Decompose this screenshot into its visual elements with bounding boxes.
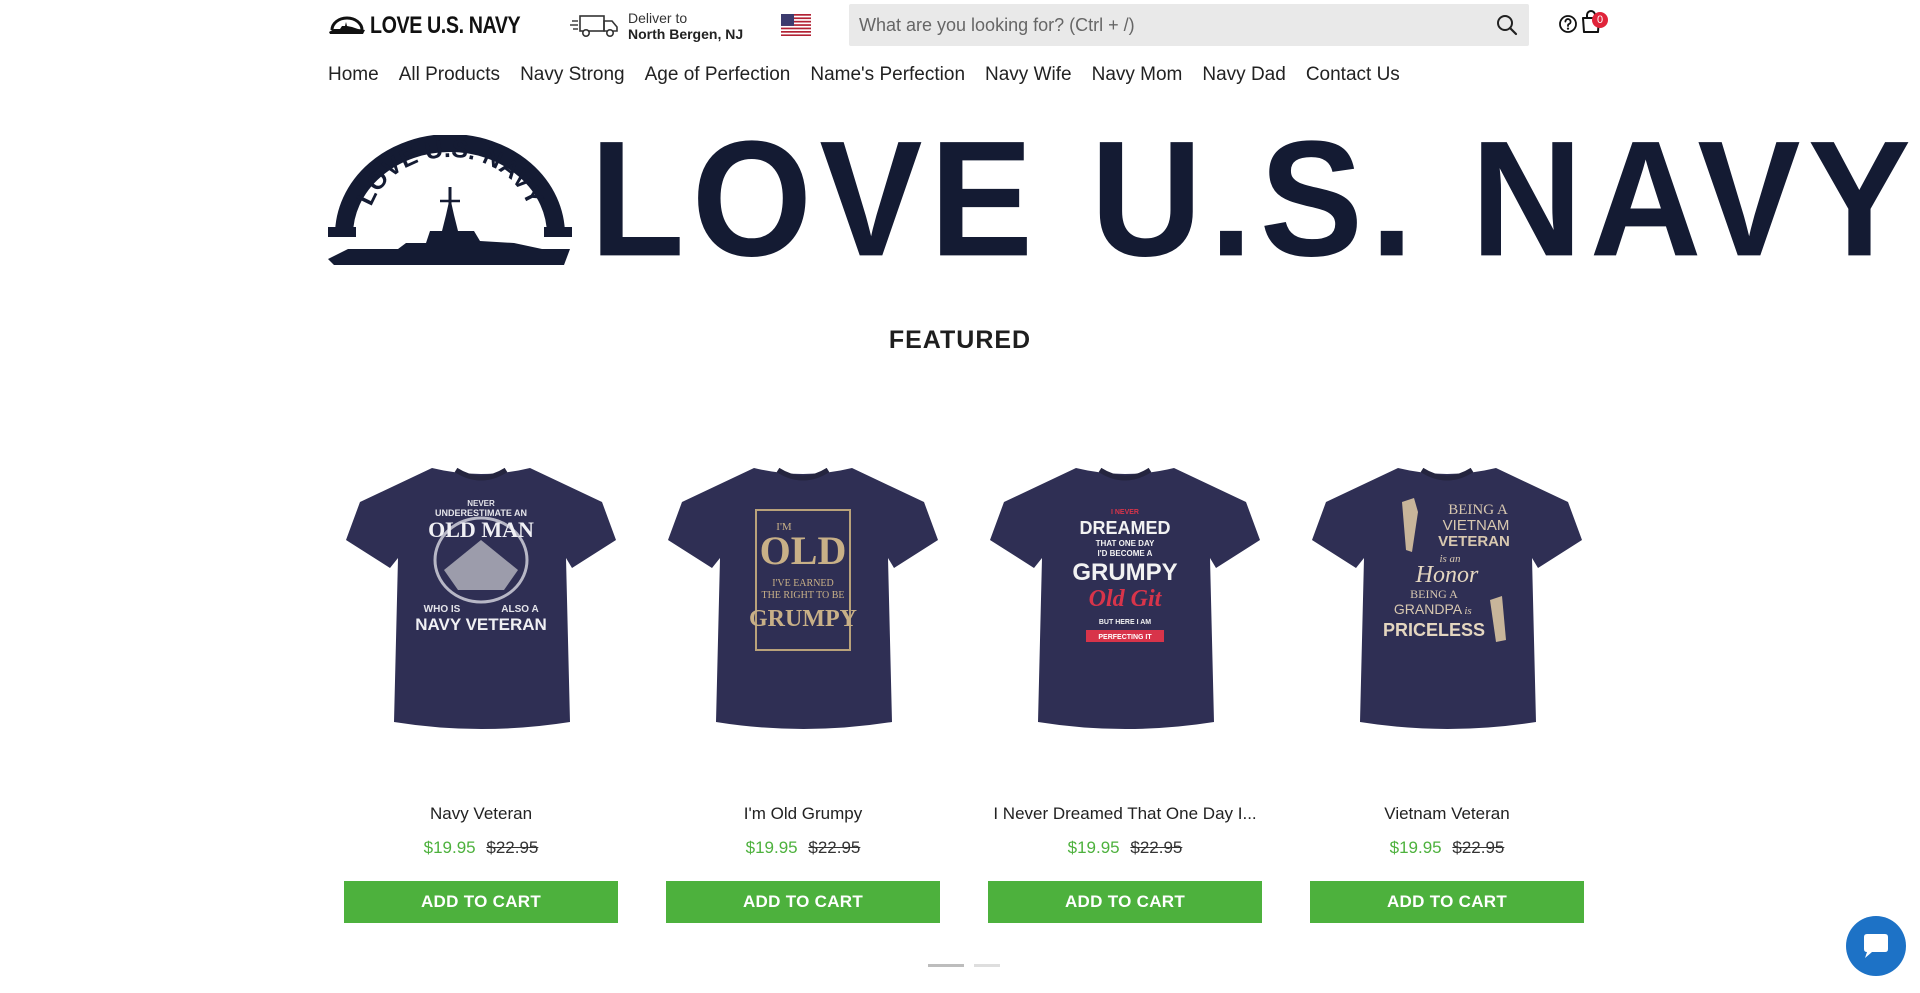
nav-item-navy-strong[interactable]: Navy Strong (520, 62, 625, 88)
print-line: VETERAN (1438, 533, 1510, 550)
site-header: LOVE U.S. NAVY Deliver to North Bergen, … (328, 0, 1610, 48)
product-name[interactable]: Vietnam Veteran (1310, 804, 1584, 828)
truck-icon (570, 15, 618, 37)
nav-item-navy-mom[interactable]: Navy Mom (1092, 62, 1183, 88)
main-nav: Home All Products Navy Strong Age of Per… (328, 62, 1420, 88)
nav-item-names-perfection[interactable]: Name's Perfection (810, 62, 965, 88)
nav-item-all-products[interactable]: All Products (399, 62, 500, 88)
search-icon (1497, 15, 1518, 36)
product-name[interactable]: Navy Veteran (344, 804, 618, 828)
add-to-cart-button[interactable]: ADD TO CART (666, 881, 940, 923)
add-to-cart-button[interactable]: ADD TO CART (988, 881, 1262, 923)
nav-item-navy-wife[interactable]: Navy Wife (985, 62, 1072, 88)
print-line: BUT HERE I AM (1099, 619, 1151, 626)
search-bar (849, 4, 1529, 46)
add-to-cart-button[interactable]: ADD TO CART (344, 881, 618, 923)
nav-item-contact-us[interactable]: Contact Us (1306, 62, 1400, 88)
nav-item-home[interactable]: Home (328, 62, 379, 88)
product-name[interactable]: I'm Old Grumpy (666, 804, 940, 828)
product-card: NEVER UNDERESTIMATE AN OLD MAN WHO IS AL… (344, 440, 618, 923)
sale-price: $19.95 (423, 838, 476, 857)
tshirt-image: NEVER UNDERESTIMATE AN OLD MAN WHO IS AL… (346, 467, 616, 729)
banner-title: LOVE U.S. NAVY (590, 106, 1919, 291)
print-line: OLD MAN (428, 517, 534, 542)
product-prices: $19.95 $22.95 (988, 838, 1262, 858)
site-logo[interactable]: LOVE U.S. NAVY (328, 12, 553, 40)
print-line: GRUMPY (749, 606, 857, 632)
deliver-city: North Bergen, NJ (628, 26, 744, 42)
product-name[interactable]: I Never Dreamed That One Day I... (988, 804, 1262, 828)
print-line: PRICELESS (1383, 620, 1485, 640)
print-line: I'D BECOME A (1098, 549, 1153, 558)
original-price: $22.95 (1130, 838, 1183, 857)
cart-count-badge: 0 (1592, 12, 1608, 28)
product-image[interactable]: I NEVER DREAMED THAT ONE DAY I'D BECOME … (988, 440, 1262, 740)
nav-item-navy-dad[interactable]: Navy Dad (1202, 62, 1285, 88)
product-image[interactable]: I'M OLD I'VE EARNED THE RIGHT TO BE GRUM… (666, 440, 940, 740)
product-image[interactable]: NEVER UNDERESTIMATE AN OLD MAN WHO IS AL… (344, 440, 618, 740)
print-line: THAT ONE DAY (1096, 539, 1155, 548)
hero-banner: LOVE U.S. NAVY LOVE U.S. NAVY (328, 116, 1911, 281)
print-line: BEING A (1410, 587, 1458, 601)
print-line: PERFECTING IT (1098, 634, 1152, 641)
sale-price: $19.95 (1067, 838, 1120, 857)
print-line: NEVER (467, 499, 495, 508)
product-prices: $19.95 $22.95 (1310, 838, 1584, 858)
print-line: GRANDPA (1394, 601, 1463, 617)
print-line: GRUMPY (1072, 559, 1177, 586)
print-line: Old Git (1089, 586, 1163, 612)
deliver-location[interactable]: Deliver to North Bergen, NJ (570, 10, 743, 42)
search-button[interactable] (1485, 4, 1529, 46)
nav-item-age-of-perfection[interactable]: Age of Perfection (645, 62, 791, 88)
us-flag-icon[interactable] (781, 14, 811, 36)
tshirt-image: I NEVER DREAMED THAT ONE DAY I'D BECOME … (990, 467, 1260, 729)
help-icon[interactable] (1558, 14, 1578, 34)
chat-bubble-icon (1864, 934, 1888, 958)
print-line: VIETNAM (1443, 517, 1510, 534)
print-line: I'VE EARNED (772, 578, 834, 589)
add-to-cart-button[interactable]: ADD TO CART (1310, 881, 1584, 923)
sale-price: $19.95 (745, 838, 798, 857)
carousel-dot-2[interactable] (974, 964, 1000, 967)
chat-button[interactable] (1846, 916, 1906, 976)
print-line: ALSO A (501, 604, 538, 615)
carousel-pagination (928, 964, 1000, 967)
product-image[interactable]: BEING A VIETNAM VETERAN is an Honor BEIN… (1310, 440, 1584, 740)
site-logo-text: LOVE U.S. NAVY (370, 12, 521, 39)
print-line: BEING A (1448, 502, 1508, 518)
product-card: I NEVER DREAMED THAT ONE DAY I'D BECOME … (988, 440, 1262, 923)
carousel-dot-1[interactable] (928, 964, 964, 967)
navy-ship-logo-icon (329, 16, 365, 34)
print-line: NAVY VETERAN (415, 615, 547, 634)
tshirt-image: I'M OLD I'VE EARNED THE RIGHT TO BE GRUM… (668, 467, 938, 729)
banner-ship-emblem: LOVE U.S. NAVY (328, 134, 572, 265)
product-card: I'M OLD I'VE EARNED THE RIGHT TO BE GRUM… (666, 440, 940, 923)
product-prices: $19.95 $22.95 (344, 838, 618, 858)
print-line: THE RIGHT TO BE (761, 590, 844, 601)
print-line: I NEVER (1111, 509, 1139, 516)
print-line: DREAMED (1079, 518, 1170, 538)
print-line: OLD (760, 528, 847, 573)
sale-price: $19.95 (1389, 838, 1442, 857)
original-price: $22.95 (1452, 838, 1505, 857)
original-price: $22.95 (486, 838, 539, 857)
product-card: BEING A VIETNAM VETERAN is an Honor BEIN… (1310, 440, 1584, 923)
tshirt-image: BEING A VIETNAM VETERAN is an Honor BEIN… (1312, 467, 1582, 729)
featured-heading: FEATURED (888, 326, 1032, 354)
search-input[interactable] (849, 4, 1485, 46)
print-line: WHO IS (424, 604, 461, 615)
featured-product-list: NEVER UNDERESTIMATE AN OLD MAN WHO IS AL… (344, 440, 1584, 923)
print-line: Honor (1415, 562, 1479, 588)
original-price: $22.95 (808, 838, 861, 857)
deliver-label: Deliver to (628, 10, 688, 26)
product-prices: $19.95 $22.95 (666, 838, 940, 858)
print-line: is (1464, 605, 1471, 617)
